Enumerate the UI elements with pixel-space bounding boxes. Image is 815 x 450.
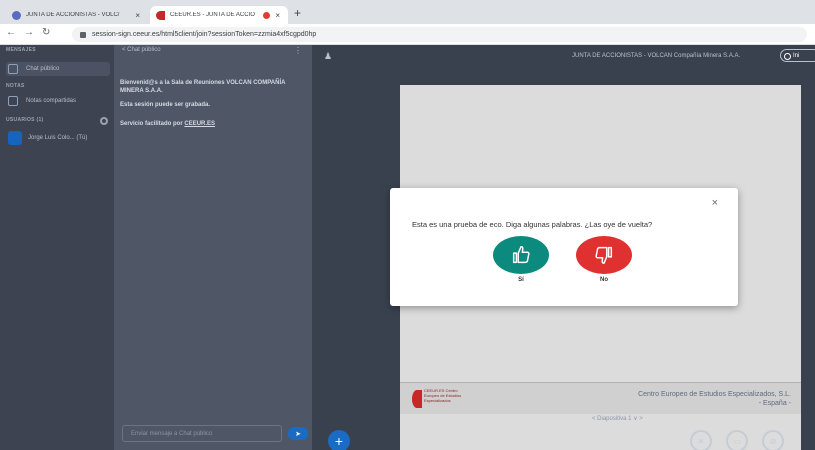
browser-tabbar: JUNTA DE ACCIONISTAS - VOLC/ × CEEUR.ES …: [0, 0, 815, 24]
tab-favicon-icon: [12, 10, 21, 20]
screen-share-icon[interactable]: ⊘: [762, 430, 784, 450]
screen: JUNTA DE ACCIONISTAS - VOLC/ × CEEUR.ES …: [0, 0, 815, 450]
echo-yes-button[interactable]: [493, 236, 549, 274]
chat-input-placeholder: Enviar mensaje a Chat público: [131, 430, 213, 437]
tab-close-icon[interactable]: ×: [135, 11, 140, 20]
sidebar-item-shared-notes[interactable]: Notas compartidas: [8, 94, 108, 108]
lock-icon: [80, 31, 86, 38]
forward-arrow-icon[interactable]: →: [24, 27, 34, 38]
chat-title: Chat público: [127, 47, 161, 53]
new-tab-button[interactable]: +: [294, 6, 301, 20]
send-button[interactable]: ➤: [288, 427, 308, 440]
camera-icon[interactable]: ▭: [726, 430, 748, 450]
tab-title: CEEUR.ES - JUNTA DE ACCIO: [170, 12, 255, 18]
user-name: Jorge Luis Colo... (Tú): [28, 135, 88, 141]
slide-org-name: Centro Europeo de Estudios Especializado…: [638, 391, 791, 398]
close-icon[interactable]: ×: [712, 197, 718, 209]
recording-dot-icon: [263, 11, 271, 19]
slide-navigation[interactable]: < Diapositiva 1 ∨ >: [592, 415, 643, 422]
start-recording-button[interactable]: Ini: [780, 49, 815, 62]
user-list-item[interactable]: Jorge Luis Colo... (Tú): [8, 131, 108, 145]
reload-icon[interactable]: ↻: [42, 27, 50, 38]
notes-header: NOTAS: [6, 83, 25, 89]
echo-question: Esta es una prueba de eco. Diga algunas …: [412, 220, 653, 229]
thumbs-down-icon: [595, 246, 613, 264]
messages-header: MENSAJES: [6, 47, 36, 53]
kebab-menu-icon[interactable]: ⋮: [294, 46, 302, 55]
users-header: USUARIOS (1): [6, 117, 44, 123]
actions-plus-button[interactable]: +: [328, 430, 350, 450]
url-text: session-sign.ceeur.es/html5client/join?s…: [92, 31, 317, 38]
ceeur-link[interactable]: CEEUR.ES: [184, 121, 215, 127]
no-label: No: [600, 277, 608, 283]
left-sidebar: MENSAJES Chat público NOTAS Notas compar…: [0, 45, 114, 450]
chat-message-input[interactable]: Enviar mensaje a Chat público: [122, 425, 282, 442]
slide-organization: Centro Europeo de Estudios Especializado…: [638, 390, 791, 408]
chat-provided-prefix: Servicio facilitado por: [120, 121, 185, 127]
browser-tab-2[interactable]: CEEUR.ES - JUNTA DE ACCIO ×: [150, 6, 288, 24]
chat-welcome-message: Bienvenid@s a la Sala de Reuniones VOLCA…: [120, 80, 286, 94]
echo-no-button[interactable]: [576, 236, 632, 274]
record-label: Ini: [793, 52, 800, 59]
gear-icon[interactable]: [100, 117, 108, 125]
tab-close-icon[interactable]: ×: [275, 11, 280, 20]
chat-header[interactable]: < Chat público: [122, 47, 161, 53]
browser-address-bar: ← → ↻ session-sign.ceeur.es/html5client/…: [0, 24, 815, 45]
notes-icon: [8, 96, 18, 106]
tab-favicon-icon: [156, 10, 165, 20]
chat-recorded-message: Esta sesión puede ser grabada.: [120, 102, 211, 108]
mute-microphone-icon[interactable]: ✕: [690, 430, 712, 450]
chat-provided-message: Servicio facilitado por CEEUR.ES: [120, 120, 296, 128]
chat-panel: < Chat público ⋮ Bienvenid@s a la Sala d…: [114, 45, 312, 450]
ceeur-logo: CEEUR.ES Centro Europeo de Estudios Espe…: [412, 388, 462, 410]
slide-org-country: - España -: [758, 400, 791, 407]
echo-test-modal: × Esta es una prueba de eco. Diga alguna…: [390, 188, 738, 306]
tab-title: JUNTA DE ACCIONISTAS - VOLC/: [26, 12, 120, 18]
back-arrow-icon[interactable]: ←: [6, 27, 16, 38]
chat-icon: [8, 64, 18, 74]
browser-tab-1[interactable]: JUNTA DE ACCIONISTAS - VOLC/ ×: [6, 6, 148, 24]
sidebar-item-public-chat[interactable]: Chat público: [6, 62, 110, 76]
avatar: [8, 131, 22, 145]
url-field[interactable]: session-sign.ceeur.es/html5client/join?s…: [72, 27, 807, 42]
yes-label: Sí: [518, 277, 524, 283]
users-icon[interactable]: ♟: [324, 51, 332, 62]
thumbs-up-icon: [512, 246, 530, 264]
meeting-title: JUNTA DE ACCIONISTAS - VOLCAN Compañía M…: [572, 53, 741, 59]
slide-footer: CEEUR.ES Centro Europeo de Estudios Espe…: [400, 382, 801, 414]
sidebar-item-label: Notas compartidas: [26, 98, 77, 104]
sidebar-item-label: Chat público: [26, 66, 60, 72]
